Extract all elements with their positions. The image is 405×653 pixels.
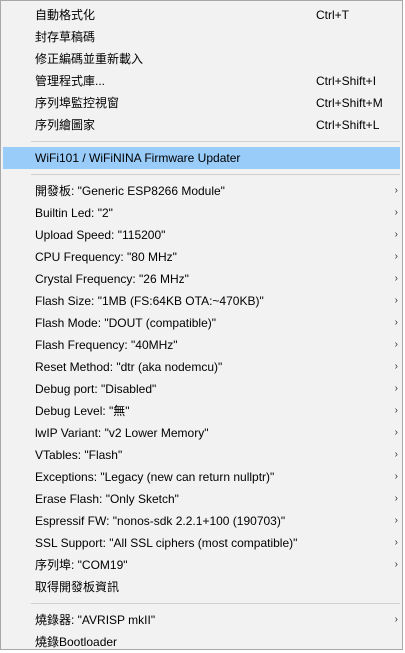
- chevron-right-icon: ›: [394, 339, 398, 350]
- menu-item-label: 開發板: "Generic ESP8266 Module": [35, 184, 225, 198]
- menu-item-wifi-firmware-updater[interactable]: WiFi101 / WiFiNINA Firmware Updater: [3, 147, 400, 169]
- menu-item-label: Debug port: "Disabled": [35, 382, 157, 396]
- menu-item-vtables[interactable]: VTables: "Flash" ›: [1, 444, 402, 466]
- chevron-right-icon: ›: [394, 493, 398, 504]
- chevron-right-icon: ›: [394, 405, 398, 416]
- menu-item-label: lwIP Variant: "v2 Lower Memory": [35, 426, 209, 440]
- menu-item-label: Debug Level: "無": [35, 404, 130, 418]
- menu-item-label: Builtin Led: "2": [35, 206, 113, 220]
- menu-item-lwip-variant[interactable]: lwIP Variant: "v2 Lower Memory" ›: [1, 422, 402, 444]
- menu-item-crystal-frequency[interactable]: Crystal Frequency: "26 MHz" ›: [1, 268, 402, 290]
- menu-separator: [31, 174, 400, 175]
- menu-item-flash-mode[interactable]: Flash Mode: "DOUT (compatible)" ›: [1, 312, 402, 334]
- menu-item-burn-bootloader[interactable]: 燒錄Bootloader: [1, 631, 402, 653]
- menu-item-fix-encoding[interactable]: 修正編碼並重新載入: [1, 48, 402, 70]
- chevron-right-icon: ›: [394, 559, 398, 570]
- menu-item-serial-port[interactable]: 序列埠: "COM19" ›: [1, 554, 402, 576]
- chevron-right-icon: ›: [394, 185, 398, 196]
- chevron-right-icon: ›: [394, 614, 398, 625]
- chevron-right-icon: ›: [394, 251, 398, 262]
- menu-item-builtin-led[interactable]: Builtin Led: "2" ›: [1, 202, 402, 224]
- menu-item-shortcut: Ctrl+Shift+L: [316, 118, 380, 132]
- chevron-right-icon: ›: [394, 383, 398, 394]
- menu-item-board[interactable]: 開發板: "Generic ESP8266 Module" ›: [1, 180, 402, 202]
- chevron-right-icon: ›: [394, 449, 398, 460]
- menu-item-label: 修正編碼並重新載入: [35, 52, 144, 66]
- menu-item-reset-method[interactable]: Reset Method: "dtr (aka nodemcu)" ›: [1, 356, 402, 378]
- menu-item-shortcut: Ctrl+Shift+I: [316, 74, 377, 88]
- chevron-right-icon: ›: [394, 317, 398, 328]
- menu-item-label: 取得開發板資訊: [35, 580, 120, 594]
- menu-item-label: 燒錄器: "AVRISP mkII": [35, 613, 156, 627]
- menu-item-label: CPU Frequency: "80 MHz": [35, 250, 177, 264]
- chevron-right-icon: ›: [394, 361, 398, 372]
- menu-item-upload-speed[interactable]: Upload Speed: "115200" ›: [1, 224, 402, 246]
- menu-item-serial-plotter[interactable]: 序列繪圖家 Ctrl+Shift+L: [1, 114, 402, 136]
- menu-item-label: Espressif FW: "nonos-sdk 2.2.1+100 (1907…: [35, 514, 286, 528]
- menu-item-shortcut: Ctrl+T: [316, 8, 349, 22]
- menu-item-serial-monitor[interactable]: 序列埠監控視窗 Ctrl+Shift+M: [1, 92, 402, 114]
- chevron-right-icon: ›: [394, 295, 398, 306]
- menu-item-erase-flash[interactable]: Erase Flash: "Only Sketch" ›: [1, 488, 402, 510]
- chevron-right-icon: ›: [394, 537, 398, 548]
- menu-item-label: WiFi101 / WiFiNINA Firmware Updater: [35, 151, 241, 165]
- menu-item-label: Upload Speed: "115200": [35, 228, 166, 242]
- menu-item-flash-frequency[interactable]: Flash Frequency: "40MHz" ›: [1, 334, 402, 356]
- menu-item-exceptions[interactable]: Exceptions: "Legacy (new can return null…: [1, 466, 402, 488]
- menu-item-archive-sketch[interactable]: 封存草稿碼: [1, 26, 402, 48]
- menu-item-debug-level[interactable]: Debug Level: "無" ›: [1, 400, 402, 422]
- menu-item-ssl-support[interactable]: SSL Support: "All SSL ciphers (most comp…: [1, 532, 402, 554]
- menu-item-label: SSL Support: "All SSL ciphers (most comp…: [35, 536, 298, 550]
- menu-group-programmer: 燒錄器: "AVRISP mkII" › 燒錄Bootloader: [1, 609, 402, 653]
- menu-item-espressif-fw[interactable]: Espressif FW: "nonos-sdk 2.2.1+100 (1907…: [1, 510, 402, 532]
- tools-menu: 自動格式化 Ctrl+T 封存草稿碼 修正編碼並重新載入 管理程式庫... Ct…: [0, 0, 403, 650]
- chevron-right-icon: ›: [394, 207, 398, 218]
- menu-item-manage-libraries[interactable]: 管理程式庫... Ctrl+Shift+I: [1, 70, 402, 92]
- menu-item-label: Crystal Frequency: "26 MHz": [35, 272, 189, 286]
- chevron-right-icon: ›: [394, 471, 398, 482]
- menu-item-label: Exceptions: "Legacy (new can return null…: [35, 470, 275, 484]
- menu-item-label: 序列埠: "COM19": [35, 558, 128, 572]
- menu-item-label: 封存草稿碼: [35, 30, 96, 44]
- chevron-right-icon: ›: [394, 427, 398, 438]
- menu-item-cpu-frequency[interactable]: CPU Frequency: "80 MHz" ›: [1, 246, 402, 268]
- menu-item-label: Flash Frequency: "40MHz": [35, 338, 178, 352]
- menu-separator: [31, 141, 400, 142]
- menu-item-label: 管理程式庫...: [35, 74, 106, 88]
- menu-item-label: 序列繪圖家: [35, 118, 96, 132]
- menu-item-label: 自動格式化: [35, 8, 96, 22]
- menu-item-auto-format[interactable]: 自動格式化 Ctrl+T: [1, 4, 402, 26]
- menu-item-label: 燒錄Bootloader: [35, 635, 118, 649]
- chevron-right-icon: ›: [394, 515, 398, 526]
- menu-item-shortcut: Ctrl+Shift+M: [316, 96, 383, 110]
- menu-item-label: VTables: "Flash": [35, 448, 123, 462]
- menu-item-programmer[interactable]: 燒錄器: "AVRISP mkII" ›: [1, 609, 402, 631]
- menu-item-flash-size[interactable]: Flash Size: "1MB (FS:64KB OTA:~470KB)" ›: [1, 290, 402, 312]
- menu-group-board-settings: 開發板: "Generic ESP8266 Module" › Builtin …: [1, 180, 402, 598]
- menu-item-label: Reset Method: "dtr (aka nodemcu)": [35, 360, 223, 374]
- menu-item-label: Flash Mode: "DOUT (compatible)": [35, 316, 217, 330]
- menu-item-get-board-info[interactable]: 取得開發板資訊: [1, 576, 402, 598]
- menu-item-label: Flash Size: "1MB (FS:64KB OTA:~470KB)": [35, 294, 264, 308]
- menu-separator: [31, 603, 400, 604]
- chevron-right-icon: ›: [394, 273, 398, 284]
- menu-item-label: 序列埠監控視窗: [35, 96, 120, 110]
- chevron-right-icon: ›: [394, 229, 398, 240]
- menu-item-label: Erase Flash: "Only Sketch": [35, 492, 179, 506]
- menu-item-debug-port[interactable]: Debug port: "Disabled" ›: [1, 378, 402, 400]
- menu-group-actions: 自動格式化 Ctrl+T 封存草稿碼 修正編碼並重新載入 管理程式庫... Ct…: [1, 1, 402, 136]
